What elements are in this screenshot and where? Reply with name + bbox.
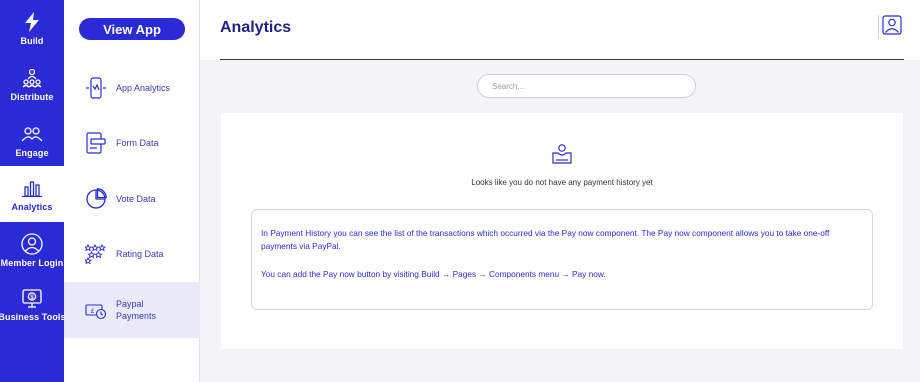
info-paragraph: You can add the Pay now button by visiti… [261,269,606,279]
sidebar-item-rating-data[interactable]: Rating Data [64,226,200,282]
svg-text:£: £ [91,309,95,315]
rail-item-label: Distribute [10,91,54,102]
rail-item-label: Member Login [0,257,64,268]
rail-item-label: Engage [15,147,49,158]
phone-analytics-icon [84,76,108,100]
rail-item-business-tools[interactable]: $ Business Tools [0,276,66,332]
profile-icon [882,14,902,40]
pie-chart-icon [84,187,108,211]
rail-item-label: Analytics [11,201,53,212]
profile-button[interactable] [878,14,902,40]
primary-nav-rail: Build Distribute Engage Analytics Member… [0,0,66,382]
stars-icon [84,242,108,266]
rail-item-label: Business Tools [0,311,66,322]
payments-icon: £ [84,298,108,322]
rail-item-distribute[interactable]: Distribute [0,56,64,112]
view-app-button[interactable]: View App [79,18,185,40]
sidebar-item-paypal-payments[interactable]: £ Paypal Payments [64,282,200,338]
header-divider [220,59,904,60]
distribute-icon [21,67,43,89]
lightning-icon [21,11,43,33]
rail-item-engage[interactable]: Engage [0,112,64,168]
sidebar-item-app-analytics[interactable]: App Analytics [64,60,200,116]
payment-history-info-box: In Payment History you can see the list … [251,209,873,310]
sidebar-item-label: App Analytics [116,83,171,93]
rail-item-build[interactable]: Build [0,0,64,56]
sidebar-item-form-data[interactable]: Form Data [64,115,200,171]
search-input[interactable] [477,74,696,98]
sidebar-item-label: Vote Data [116,194,156,204]
rail-item-label: Build [20,35,44,46]
user-circle-icon [21,232,43,255]
sidebar-item-vote-data[interactable]: Vote Data [64,171,200,227]
sidebar-item-label: Form Data [116,138,159,148]
info-paragraph: In Payment History you can see the list … [261,228,830,251]
form-icon [84,131,108,155]
rail-item-member-login[interactable]: Member Login [0,222,64,278]
page-header: Analytics [200,0,920,60]
analytics-sidebar: View App App Analytics Form Data Vote Da… [64,0,200,382]
empty-state-message: Looks like you do not have any payment h… [471,178,653,187]
empty-inbox-icon [551,143,573,165]
business-tools-icon: $ [21,287,43,309]
rail-item-analytics[interactable]: Analytics [0,166,64,222]
page-title: Analytics [220,19,292,36]
bar-chart-icon [21,177,43,199]
sidebar-item-label: Paypal Payments [116,299,157,321]
engage-icon [21,123,43,145]
sidebar-item-label: Rating Data [116,249,164,259]
payment-history-card: Looks like you do not have any payment h… [221,113,903,349]
